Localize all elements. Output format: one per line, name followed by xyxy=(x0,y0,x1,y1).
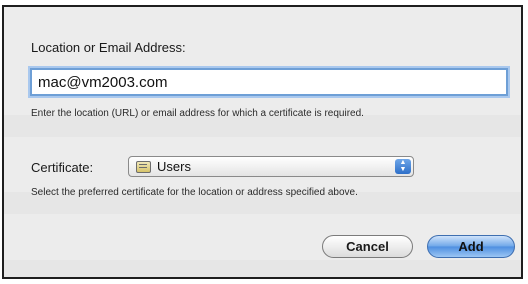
certificate-help-text: Select the preferred certificate for the… xyxy=(31,187,358,198)
add-certificate-preference-sheet: Location or Email Address: Enter the loc… xyxy=(2,5,523,279)
location-email-input[interactable] xyxy=(30,68,508,96)
popup-stepper-icon[interactable]: ▲ ▼ xyxy=(395,159,411,174)
cancel-button[interactable]: Cancel xyxy=(322,235,413,258)
location-help-text: Enter the location (URL) or email addres… xyxy=(31,108,364,119)
background-row xyxy=(4,260,521,277)
certificate-popup[interactable]: Users ▲ ▼ xyxy=(128,156,414,177)
certificate-icon xyxy=(136,160,151,173)
add-button[interactable]: Add xyxy=(427,235,515,258)
certificate-selected-value: Users xyxy=(157,159,191,174)
location-label: Location or Email Address: xyxy=(31,40,186,55)
certificate-label: Certificate: xyxy=(31,160,94,175)
